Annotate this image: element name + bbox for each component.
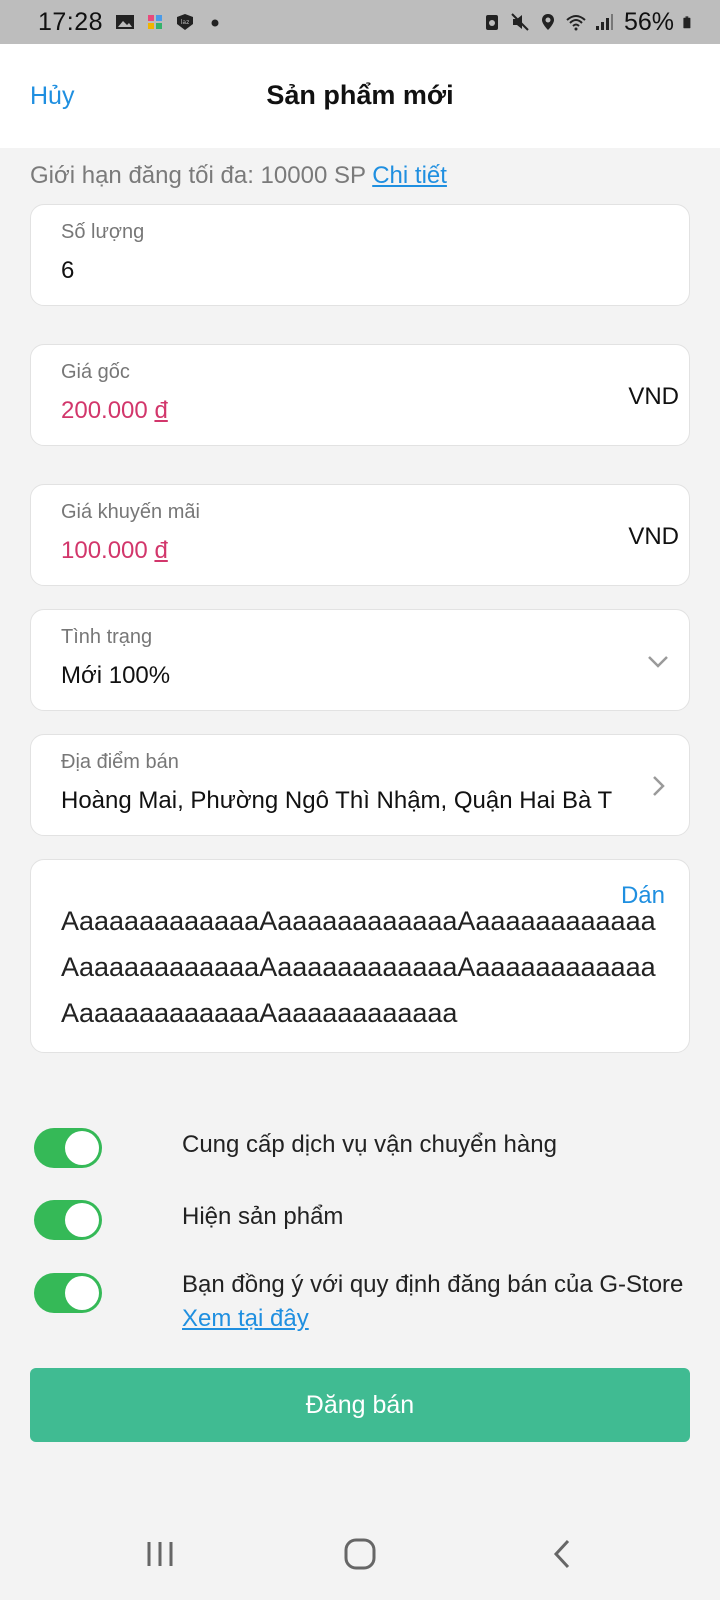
toggle-knob: [65, 1276, 99, 1310]
quantity-field[interactable]: Số lượng 6: [30, 204, 690, 306]
toggle-shipping-row: Cung cấp dịch vụ vận chuyển hàng: [34, 1128, 690, 1172]
original-price-value[interactable]: 200.000 đ: [61, 397, 168, 425]
sale-price-unit: VND: [628, 523, 679, 550]
agree-terms-toggle[interactable]: [34, 1273, 102, 1313]
recent-apps-icon: [147, 1542, 173, 1566]
lazada-icon: laz: [177, 14, 194, 30]
original-price-label: Giá gốc: [61, 361, 130, 383]
quantity-value[interactable]: 6: [61, 257, 74, 285]
dot-icon: [211, 19, 219, 27]
sale-price-currency: đ: [154, 537, 168, 564]
home-icon: [344, 1538, 376, 1570]
signal-icon: [595, 14, 613, 30]
description-field[interactable]: Dán AaaaaaaaaaaaaAaaaaaaaaaaaaAaaaaaaaaa…: [30, 859, 690, 1053]
quantity-label: Số lượng: [61, 221, 145, 243]
toggle-show-product-row: Hiện sản phẩm: [34, 1200, 690, 1244]
show-product-toggle[interactable]: [34, 1200, 102, 1240]
post-limit-label: Giới hạn đăng tối đa: 10000 SP: [30, 162, 366, 189]
toggle-knob: [65, 1203, 99, 1237]
agree-terms-text: Bạn đồng ý với quy định đăng bán của G-S…: [182, 1271, 684, 1298]
sale-price-value[interactable]: 100.000 đ: [61, 537, 168, 565]
home-button[interactable]: [330, 1532, 390, 1576]
original-price-field[interactable]: Giá gốc 200.000 đ VND: [30, 344, 690, 446]
mute-icon: [511, 13, 529, 31]
battery-icon: [683, 16, 691, 29]
toggle-knob: [65, 1131, 99, 1165]
page-title: Sản phẩm mới: [266, 80, 454, 110]
wifi-icon: [566, 15, 586, 31]
original-price-currency: đ: [154, 397, 168, 424]
original-price-amount: 200.000: [61, 397, 148, 424]
gallery-icon: [116, 15, 135, 29]
back-icon: [553, 1539, 570, 1569]
status-time: 17:28: [38, 7, 104, 36]
battery-percent: 56%: [623, 7, 674, 36]
chevron-down-icon: [648, 656, 668, 668]
sale-price-field[interactable]: Giá khuyến mãi 100.000 đ VND: [30, 484, 690, 586]
app-notification-icon: [148, 15, 163, 29]
location-selector[interactable]: Địa điểm bán Hoàng Mai, Phường Ngô Thì N…: [30, 734, 690, 836]
chevron-right-icon: [653, 776, 665, 796]
agree-terms-label: Bạn đồng ý với quy định đăng bán của G-S…: [182, 1268, 683, 1336]
shipping-toggle-label: Cung cấp dịch vụ vận chuyển hàng: [182, 1131, 557, 1158]
sale-price-label: Giá khuyến mãi: [61, 501, 200, 523]
view-terms-link[interactable]: Xem tại đây: [182, 1302, 683, 1336]
status-bar: 17:28 laz 56%: [0, 0, 720, 44]
post-for-sale-button[interactable]: Đăng bán: [30, 1368, 690, 1442]
original-price-unit: VND: [628, 383, 679, 410]
description-text[interactable]: AaaaaaaaaaaaaAaaaaaaaaaaaaAaaaaaaaaaaaaA…: [61, 898, 671, 1036]
condition-value: Mới 100%: [61, 662, 171, 689]
condition-label: Tình trạng: [61, 626, 153, 648]
recycle-icon: [485, 15, 498, 30]
details-link[interactable]: Chi tiết: [372, 162, 447, 189]
condition-dropdown[interactable]: Tình trạng Mới 100%: [30, 609, 690, 711]
location-icon: [541, 14, 554, 30]
location-label: Địa điểm bán: [61, 751, 179, 773]
post-limit-text: Giới hạn đăng tối đa: 10000 SP Chi tiết: [30, 162, 447, 190]
sale-price-amount: 100.000: [61, 537, 148, 564]
show-product-toggle-label: Hiện sản phẩm: [182, 1203, 344, 1230]
back-button[interactable]: [532, 1532, 592, 1576]
recent-apps-button[interactable]: [130, 1532, 190, 1576]
svg-text:laz: laz: [181, 19, 190, 26]
system-nav-bar: [0, 1508, 720, 1600]
toggle-agree-row: Bạn đồng ý với quy định đăng bán của G-S…: [34, 1271, 690, 1343]
shipping-toggle[interactable]: [34, 1128, 102, 1168]
app-header: Hủy Sản phẩm mới: [0, 44, 720, 148]
location-value: Hoàng Mai, Phường Ngô Thì Nhậm, Quận Hai…: [61, 787, 613, 814]
